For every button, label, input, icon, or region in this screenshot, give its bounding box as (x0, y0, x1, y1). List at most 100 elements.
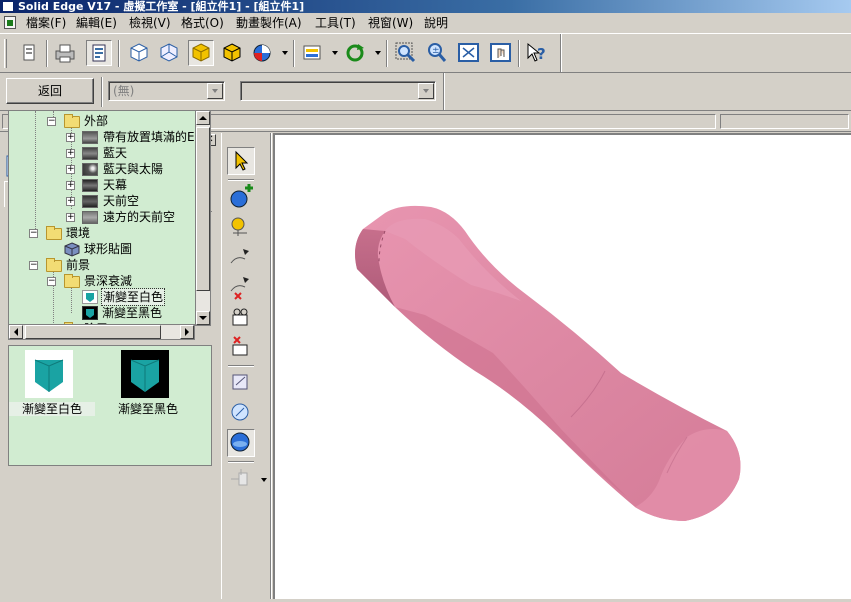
thumbnail-icon (82, 195, 98, 208)
menu-view[interactable]: 檢視(V) (129, 16, 171, 30)
help-icon[interactable]: ? (523, 40, 549, 66)
tree-item-exterior[interactable]: − 外部 (9, 113, 199, 129)
document-icon[interactable] (4, 16, 16, 29)
add-camera-icon[interactable] (227, 303, 255, 331)
expand-icon[interactable]: + (66, 181, 75, 190)
arrange-icon[interactable] (227, 465, 255, 493)
item-combo[interactable] (240, 81, 436, 101)
thumbnail-icon (82, 211, 98, 224)
shaded-edges-icon[interactable] (219, 40, 245, 66)
view-iso-icon[interactable] (126, 40, 152, 66)
scroll-down-icon[interactable] (196, 311, 210, 325)
fit-icon[interactable] (456, 40, 482, 66)
pan-icon[interactable] (488, 40, 514, 66)
view-front-icon[interactable] (156, 40, 182, 66)
menu-bar: 檔案(F) 編輯(E) 檢視(V) 格式(O) 動畫製作(A) 工具(T) 視窗… (0, 13, 851, 33)
menu-window[interactable]: 視窗(W) (368, 16, 413, 30)
vertical-toolbar (221, 133, 272, 599)
render-icon[interactable] (250, 40, 276, 66)
scene-dropdown[interactable] (332, 51, 338, 55)
expand-icon[interactable]: + (66, 197, 75, 206)
tree-label: 漸變至黑色 (102, 306, 163, 320)
preview-item-fade-white[interactable]: 漸變至白色 (9, 350, 95, 422)
cube-icon (64, 242, 80, 257)
scroll-thumb[interactable] (196, 127, 210, 291)
app-icon (2, 1, 14, 12)
menu-animation[interactable]: 動畫製作(A) (236, 16, 302, 30)
add-light-icon[interactable] (227, 183, 255, 211)
expand-icon[interactable]: + (66, 133, 75, 142)
toolbar-grip[interactable] (4, 39, 7, 68)
pink-model[interactable] (355, 205, 741, 521)
toolbar-divider (270, 133, 272, 599)
print-preview-icon[interactable] (16, 40, 42, 66)
print-icon[interactable] (52, 40, 78, 66)
edit-view-icon[interactable] (227, 369, 255, 397)
light-tool-icon[interactable] (227, 213, 255, 241)
chevron-down-icon[interactable] (418, 83, 434, 99)
zoom-area-icon[interactable] (393, 40, 419, 66)
collapse-icon[interactable]: − (29, 261, 38, 270)
expand-icon[interactable]: + (66, 213, 75, 222)
back-button[interactable]: 返回 (6, 78, 94, 104)
collapse-icon[interactable]: − (47, 277, 56, 286)
tree-label: 天幕 (103, 178, 128, 192)
scene-icon[interactable] (300, 40, 326, 66)
title-bar: Solid Edge V17 - 虛擬工作室 - [組立件1] - [組立件1] (0, 0, 851, 13)
collapse-icon[interactable]: − (47, 117, 56, 126)
tree-label: 球形貼圖 (84, 242, 133, 256)
tree-item-environment[interactable]: − 環境 (9, 225, 199, 241)
zoom-icon[interactable]: ± (424, 40, 450, 66)
menu-format[interactable]: 格式(O) (181, 16, 224, 30)
tree-item-far-sky[interactable]: + 遠方的天前空 (9, 209, 199, 225)
attach-icon[interactable] (227, 243, 255, 271)
tree-item-fade-to-black[interactable]: 漸變至黑色 (9, 305, 199, 321)
scene-combo[interactable]: (無) (108, 81, 225, 101)
tree-item-spherical-map[interactable]: 球形貼圖 (9, 241, 199, 257)
tree-label: 外部 (84, 114, 109, 128)
toolbar-separator (293, 40, 295, 67)
tree-item-fade-to-white[interactable]: 漸變至白色 (9, 288, 199, 306)
tree-item-blue-sky[interactable]: + 藍天 (9, 145, 199, 161)
render-mode-icon[interactable] (227, 429, 255, 457)
tree-vertical-scrollbar[interactable] (195, 110, 211, 326)
tree-item-foreground[interactable]: − 前景 (9, 257, 199, 273)
tree-item-environment-placed[interactable]: + 帶有放置填滿的E (9, 129, 199, 145)
toolbar-separator (46, 40, 48, 67)
expand-icon[interactable]: + (66, 149, 75, 158)
scroll-up-icon[interactable] (196, 111, 210, 125)
select-tool-icon[interactable] (227, 147, 255, 175)
scroll-left-icon[interactable] (9, 325, 23, 339)
toolbar-separator (118, 40, 120, 67)
chevron-down-icon[interactable] (207, 83, 223, 99)
tree-item-sky-front[interactable]: + 天前空 (9, 193, 199, 209)
scene-tree[interactable]: − 外部 + 帶有放置填滿的E + 藍天 + 藍天與太陽 + 天幕 + 天前空 … (8, 110, 210, 326)
model-view[interactable] (275, 135, 851, 599)
tree-item-depth-fade[interactable]: − 景深衰減 (9, 273, 199, 289)
scroll-thumb[interactable] (25, 325, 161, 339)
menu-help[interactable]: 說明 (424, 16, 448, 30)
collapse-icon[interactable]: − (29, 229, 38, 238)
folder-icon (46, 226, 62, 240)
scroll-right-icon[interactable] (180, 325, 194, 339)
preview-item-fade-black[interactable]: 漸變至黑色 (105, 350, 191, 422)
shaded-icon[interactable] (188, 40, 214, 66)
expand-icon[interactable]: + (66, 165, 75, 174)
graphics-viewport[interactable] (273, 133, 851, 599)
arrange-dropdown[interactable] (261, 478, 267, 482)
tree-item-blue-sky-sun[interactable]: + 藍天與太陽 (9, 161, 199, 177)
rotate-icon[interactable] (342, 40, 368, 66)
menu-edit[interactable]: 編輯(E) (76, 16, 117, 30)
tree-item-sky-dome[interactable]: + 天幕 (9, 177, 199, 193)
rotate-dropdown[interactable] (375, 51, 381, 55)
menu-file[interactable]: 檔案(F) (26, 16, 66, 30)
view-settings-icon[interactable] (227, 399, 255, 427)
toolbar-separator (386, 40, 388, 67)
folder-icon (64, 274, 80, 288)
render-dropdown[interactable] (282, 51, 288, 55)
properties-icon[interactable] (86, 40, 112, 66)
menu-tools[interactable]: 工具(T) (315, 16, 356, 30)
delete-camera-icon[interactable] (227, 333, 255, 361)
tree-horizontal-scrollbar[interactable] (8, 324, 195, 340)
detach-icon[interactable] (227, 273, 255, 301)
